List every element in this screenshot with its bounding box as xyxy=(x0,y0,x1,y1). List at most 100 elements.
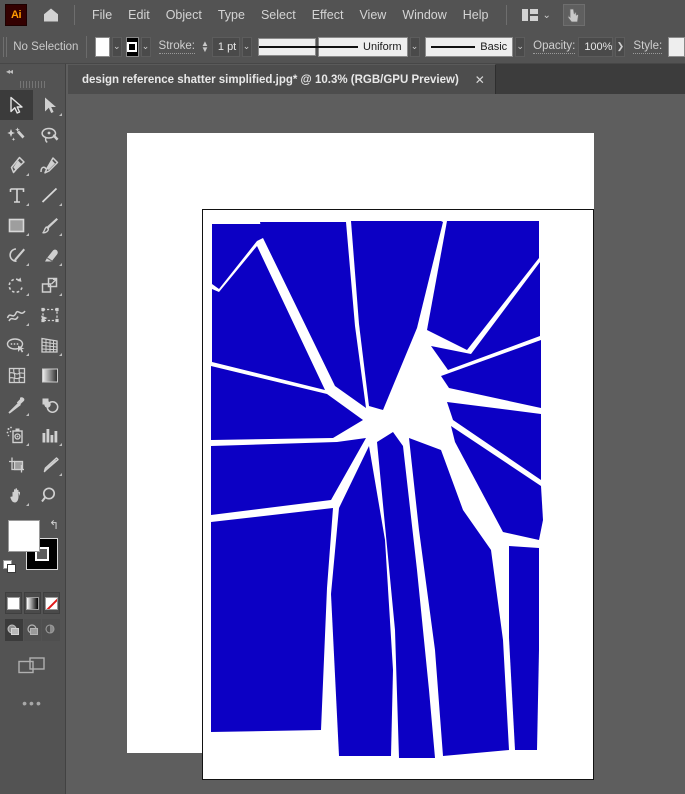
brush-definition-combo[interactable]: Basic xyxy=(425,36,514,57)
direct-selection-tool[interactable] xyxy=(33,90,66,120)
gradient-tool[interactable] xyxy=(33,360,66,390)
chevron-down-icon: ⌄ xyxy=(542,9,551,21)
opacity-label[interactable]: Opacity: xyxy=(533,40,576,54)
slice-knife-icon xyxy=(43,456,59,472)
hand-icon xyxy=(9,487,20,502)
stroke-color-swatch[interactable] xyxy=(125,36,139,57)
menu-item-view[interactable]: View xyxy=(351,4,394,26)
pen-tool[interactable] xyxy=(0,150,33,180)
perspective-grid-icon xyxy=(41,337,58,353)
menu-item-window[interactable]: Window xyxy=(394,4,454,26)
graphic-style-swatch[interactable] xyxy=(668,36,685,57)
gradient-icon xyxy=(26,596,39,610)
paintbrush-tool[interactable] xyxy=(33,210,66,240)
stroke-dropdown-button[interactable]: ⌄ xyxy=(140,36,151,57)
touch-cursor-button[interactable] xyxy=(562,4,585,26)
line-segment-tool[interactable] xyxy=(33,180,66,210)
variable-width-dropdown-button[interactable]: ⌄ xyxy=(409,36,420,57)
scale-tool[interactable] xyxy=(33,270,66,300)
blend-tool[interactable] xyxy=(33,390,66,420)
change-screen-mode-button[interactable] xyxy=(0,649,65,683)
artboard-tool[interactable] xyxy=(0,450,33,480)
touch-cursor-icon xyxy=(567,8,580,22)
illustrator-window: Ai File Edit Object Type Select Effect V… xyxy=(0,0,685,794)
document-tab-bar: design reference shatter simplified.jpg*… xyxy=(68,64,685,94)
slice-tool[interactable] xyxy=(33,450,66,480)
magic-wand-tool[interactable] xyxy=(0,120,33,150)
stroke-label[interactable]: Stroke: xyxy=(158,40,195,54)
width-tool[interactable] xyxy=(0,300,33,330)
column-graph-tool[interactable] xyxy=(33,420,66,450)
width-profile-line-icon xyxy=(314,45,359,48)
stroke-weight-stepper[interactable]: ▲ ▼ xyxy=(201,39,209,53)
style-label[interactable]: Style: xyxy=(633,40,663,54)
hand-tool[interactable] xyxy=(0,480,33,510)
fill-color-swatch[interactable] xyxy=(95,36,110,57)
document-page xyxy=(127,133,594,780)
tools-panel-grip[interactable] xyxy=(0,78,65,90)
control-bar-grip[interactable] xyxy=(3,36,8,57)
stroke-weight-input[interactable]: 1 pt xyxy=(211,36,240,57)
color-swatch-button[interactable] xyxy=(5,592,22,614)
arrange-documents-button[interactable]: ⌄ xyxy=(520,5,551,25)
variable-width-profile-combo[interactable]: Uniform xyxy=(314,36,408,57)
default-fill-stroke-button[interactable] xyxy=(3,560,18,575)
draw-normal-button[interactable] xyxy=(5,619,23,641)
opacity-expand-button[interactable]: ❯ xyxy=(615,36,626,57)
document-tab[interactable]: design reference shatter simplified.jpg*… xyxy=(68,64,496,94)
close-icon[interactable]: ✕ xyxy=(471,72,489,88)
eyedropper-tool[interactable] xyxy=(0,390,33,420)
rotate-tool[interactable] xyxy=(0,270,33,300)
free-transform-icon xyxy=(41,307,59,322)
shaper-pencil-icon xyxy=(8,247,25,262)
menu-item-select[interactable]: Select xyxy=(253,4,304,26)
solid-color-icon xyxy=(7,596,20,610)
menu-item-type[interactable]: Type xyxy=(210,4,253,26)
shaper-tool[interactable] xyxy=(0,240,33,270)
canvas-area[interactable] xyxy=(67,94,685,794)
symbol-sprayer-tool[interactable] xyxy=(0,420,33,450)
draw-behind-button[interactable] xyxy=(23,619,42,641)
lasso-tool[interactable] xyxy=(33,120,66,150)
flyout-indicator-icon xyxy=(26,503,29,506)
none-swatch-button[interactable] xyxy=(43,592,60,614)
gradient-swatch-button[interactable] xyxy=(24,592,41,614)
mesh-tool[interactable] xyxy=(0,360,33,390)
curvature-tool[interactable] xyxy=(33,150,66,180)
eraser-tool[interactable] xyxy=(33,240,66,270)
menu-item-help[interactable]: Help xyxy=(455,4,497,26)
menu-bar: Ai File Edit Object Type Select Effect V… xyxy=(0,0,685,30)
none-icon xyxy=(45,596,58,610)
selection-tool[interactable] xyxy=(0,90,33,120)
shape-builder-tool[interactable] xyxy=(0,330,33,360)
brush-dropdown-button[interactable]: ⌄ xyxy=(515,36,526,57)
collapse-panel-button[interactable]: ◂◂ xyxy=(0,64,65,78)
menu-item-object[interactable]: Object xyxy=(158,4,210,26)
fill-color-indicator[interactable] xyxy=(8,520,40,552)
menu-item-edit[interactable]: Edit xyxy=(120,4,158,26)
opacity-input[interactable]: 100% xyxy=(578,36,614,57)
home-icon[interactable] xyxy=(37,0,65,30)
free-transform-tool[interactable] xyxy=(33,300,66,330)
edit-toolbar-button[interactable]: ••• xyxy=(0,691,65,715)
artboard-icon xyxy=(9,457,24,472)
stroke-preview-box[interactable] xyxy=(257,37,316,56)
bar-chart-icon xyxy=(42,428,57,442)
menu-item-file[interactable]: File xyxy=(84,4,120,26)
fill-dropdown-button[interactable]: ⌄ xyxy=(111,36,122,57)
symbol-sprayer-icon xyxy=(6,426,23,443)
swap-fill-stroke-icon[interactable]: ↰ xyxy=(49,518,59,532)
perspective-grid-tool[interactable] xyxy=(33,330,66,360)
draw-behind-icon xyxy=(26,624,38,635)
type-tool[interactable] xyxy=(0,180,33,210)
magic-wand-icon xyxy=(6,127,24,141)
shape-builder-icon xyxy=(6,337,24,352)
menu-item-effect[interactable]: Effect xyxy=(304,4,352,26)
control-divider-1 xyxy=(86,35,87,58)
menu-divider-right xyxy=(505,5,507,25)
stroke-weight-dropdown-button[interactable]: ⌄ xyxy=(241,36,252,57)
zoom-tool[interactable] xyxy=(33,480,66,510)
rectangle-tool[interactable] xyxy=(0,210,33,240)
draw-inside-button[interactable] xyxy=(42,619,61,641)
paintbrush-icon xyxy=(41,217,58,234)
